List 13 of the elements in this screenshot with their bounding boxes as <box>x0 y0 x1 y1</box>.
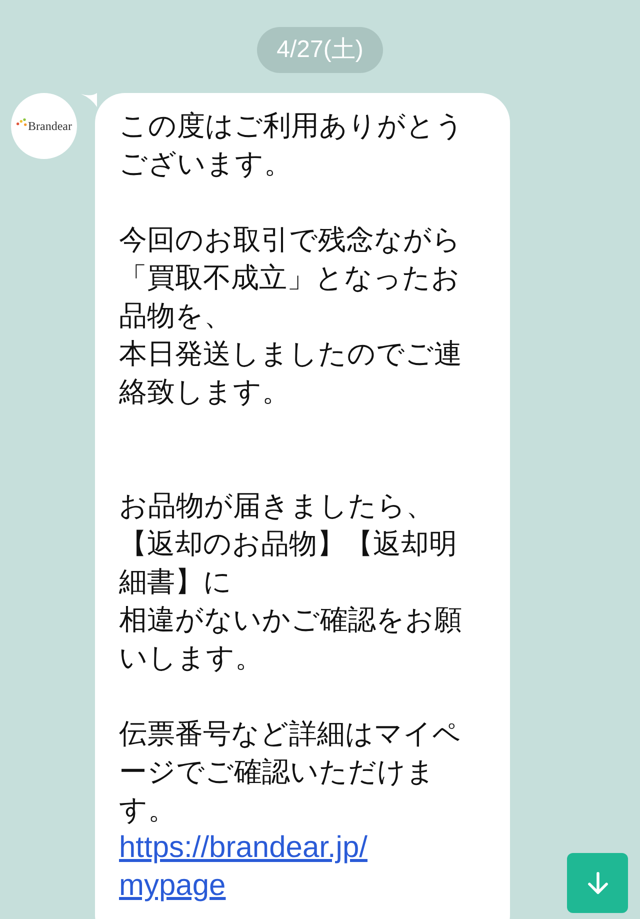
message-text: 相違がないかご確認をお願いします。 <box>119 602 463 676</box>
message-text: 今回のお取引で残念ながら「買取不成立」となったお品物を、 <box>119 222 462 334</box>
message-text: 本日発送しましたのでご連絡致します。 <box>119 336 463 410</box>
message-text: この度はご利用ありがとうございます。 <box>119 108 464 182</box>
logo-text: Brandear <box>28 119 72 134</box>
bubble-tail <box>81 93 97 107</box>
date-label: 4/27(土) <box>256 27 384 73</box>
link[interactable]: https://brandear.jp/mypage <box>119 829 371 905</box>
message-text: 【返却のお品物】【返却明細書】に <box>119 526 458 600</box>
message-text: 伝票番号など詳細はマイページでご確認いただけます。 <box>119 716 462 828</box>
scroll-down-button[interactable] <box>567 853 628 913</box>
message-text: お品物が届きましたら、 <box>119 488 435 524</box>
sparkle-icon <box>16 118 28 128</box>
